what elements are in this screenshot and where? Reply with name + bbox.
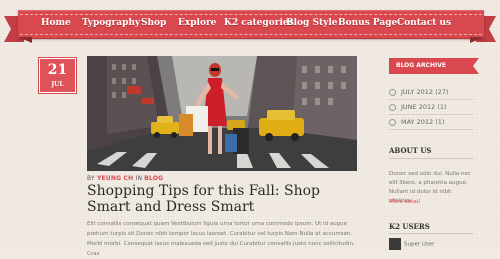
- user-item[interactable]: Super User: [389, 238, 434, 250]
- nav-item-contact-us[interactable]: Contact us: [397, 18, 451, 28]
- user-name: Super User: [404, 241, 435, 248]
- post-featured-image[interactable]: [87, 56, 357, 171]
- main-nav: Home Typography Shop Explore K2 categori…: [18, 10, 484, 37]
- nav-item-k2-categories[interactable]: K2 categories: [224, 18, 294, 28]
- archive-label: JULY 2012 (27): [401, 88, 449, 96]
- nav-item-bonus-page[interactable]: Bonus Page: [338, 18, 397, 28]
- about-divider: [389, 158, 473, 159]
- post-title[interactable]: Shopping Tips for this Fall: Shop Smart …: [87, 183, 367, 215]
- category-link[interactable]: BLOG: [144, 175, 163, 182]
- archive-divider: [389, 99, 473, 100]
- archive-item-may[interactable]: MAY 2012 (1): [389, 118, 444, 126]
- post-date-month: JUL: [51, 81, 64, 88]
- ribbon-fold-right: [470, 37, 484, 43]
- nav-item-explore[interactable]: Explore: [178, 18, 216, 28]
- post-date-badge: 21 JUL: [38, 57, 77, 94]
- author-link[interactable]: YEUNG CH: [97, 175, 133, 182]
- archive-item-july[interactable]: JULY 2012 (27): [389, 88, 448, 96]
- nav-item-blog-style[interactable]: Blog Style: [286, 18, 338, 28]
- radio-icon: [389, 118, 396, 126]
- post-excerpt: Elit convallis consequat quam Vestibulum…: [87, 221, 355, 257]
- radio-icon: [389, 103, 396, 111]
- avatar: [389, 238, 401, 250]
- byline-sep: IN: [135, 175, 143, 182]
- street-photo: [87, 56, 357, 171]
- sidebar-archive-heading: BLOG ARCHIVE: [389, 58, 479, 74]
- radio-icon: [389, 88, 396, 96]
- byline-prefix: BY: [87, 175, 95, 182]
- post-byline: BY YEUNG CH IN BLOG: [87, 175, 163, 182]
- nav-item-shop[interactable]: Shop: [141, 18, 166, 28]
- archive-label: JUNE 2012 (1): [401, 103, 447, 111]
- post-date-day: 21: [47, 62, 68, 78]
- users-divider: [389, 233, 473, 234]
- more-detail-link[interactable]: More detail: [389, 199, 420, 205]
- nav-item-typography[interactable]: Typography: [82, 18, 140, 28]
- ribbon-fold-left: [18, 37, 32, 43]
- nav-item-home[interactable]: Home: [41, 18, 71, 28]
- about-heading: ABOUT US: [389, 146, 432, 155]
- archive-divider: [389, 129, 473, 130]
- archive-divider: [389, 114, 473, 115]
- archive-item-june[interactable]: JUNE 2012 (1): [389, 103, 447, 111]
- archive-label: MAY 2012 (1): [401, 118, 445, 126]
- users-heading: K2 USERS: [389, 222, 430, 231]
